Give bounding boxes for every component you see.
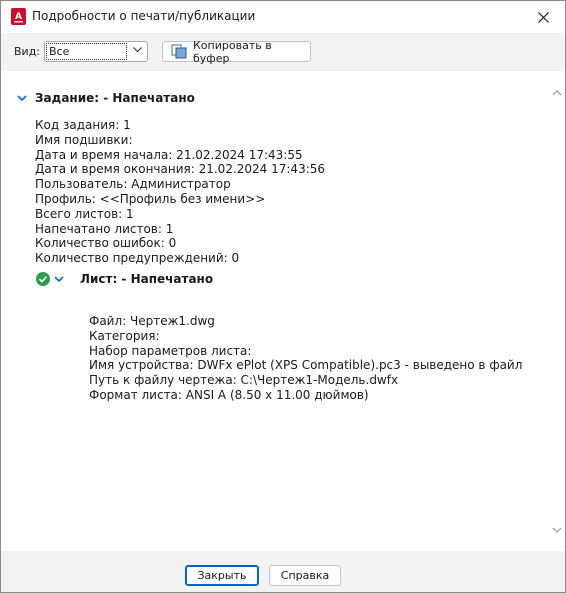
device-name-line: Имя устройства: DWFx ePlot (XPS Compatib…: [89, 358, 523, 373]
start-time-line: Дата и время начала: 21.02.2024 17:43:55: [35, 147, 303, 162]
file-line: Файл: Чертеж1.dwg: [89, 314, 215, 328]
paper-size-line: Формат листа: ANSI A (8.50 x 11.00 дюймо…: [89, 387, 369, 402]
window-title: Подробности о печати/публикации: [32, 9, 256, 23]
svg-text:A: A: [15, 12, 22, 22]
print-details-dialog: A Подробности о печати/публикации Вид: В…: [0, 0, 566, 593]
sheet-heading: Лист: - Напечатано: [80, 272, 214, 286]
output-path-line: Путь к файлу чертежа: C:\Чертеж1-Модель.…: [89, 373, 399, 388]
success-check-icon: [36, 272, 50, 286]
copy-icon: [171, 44, 187, 59]
printed-sheets-line: Напечатано листов: 1: [35, 221, 174, 236]
chevron-down-icon: [54, 275, 64, 282]
copy-button-label: Копировать в буфер: [193, 38, 272, 65]
category-line: Категория:: [89, 328, 160, 343]
toolbar: Вид: Все Копировать в буфер: [1, 33, 565, 71]
close-window-button[interactable]: [521, 1, 565, 33]
vertical-scrollbar[interactable]: [549, 71, 565, 551]
close-icon: [537, 11, 549, 23]
copy-to-clipboard-button[interactable]: Копировать в буфер: [162, 38, 311, 65]
errors-count-line: Количество ошибок: 0: [35, 236, 177, 251]
scroll-up-icon[interactable]: [552, 89, 562, 96]
profile-line: Профиль: <<Профиль без имени>>: [35, 191, 266, 206]
chevron-down-icon: [17, 94, 27, 101]
job-heading: Задание: - Напечатано: [35, 91, 195, 105]
job-section-header[interactable]: Задание: - Напечатано: [17, 91, 195, 105]
scroll-down-icon[interactable]: [552, 527, 562, 534]
autocad-app-icon: A: [11, 8, 26, 25]
end-time-line: Дата и время окончания: 21.02.2024 17:43…: [35, 162, 326, 177]
view-label: Вид:: [14, 45, 41, 58]
total-sheets-line: Всего листов: 1: [35, 206, 134, 221]
user-line: Пользователь: Администратор: [35, 177, 231, 192]
help-button[interactable]: Справка: [269, 565, 341, 586]
page-setup-line: Набор параметров листа:: [89, 343, 252, 358]
job-details: Код задания: 1 Имя подшивки: Дата и врем…: [35, 118, 325, 266]
warnings-count-line: Количество предупреждений: 0: [35, 251, 240, 266]
close-button[interactable]: Закрыть: [185, 565, 259, 586]
view-select[interactable]: Все: [44, 41, 148, 62]
chevron-down-icon: [133, 47, 142, 53]
details-panel: Задание: - Напечатано Код задания: 1 Имя…: [1, 71, 565, 551]
sheet-set-line: Имя подшивки:: [35, 132, 133, 147]
dialog-footer: Закрыть Справка: [1, 551, 565, 592]
job-id-line: Код задания: 1: [35, 118, 131, 132]
title-bar: A Подробности о печати/публикации: [1, 1, 565, 33]
view-select-value: Все: [46, 43, 127, 60]
sheet-details: Файл: Чертеж1.dwg Категория: Набор парам…: [89, 314, 529, 403]
sheet-section-header[interactable]: Лист: - Напечатано: [36, 272, 213, 286]
